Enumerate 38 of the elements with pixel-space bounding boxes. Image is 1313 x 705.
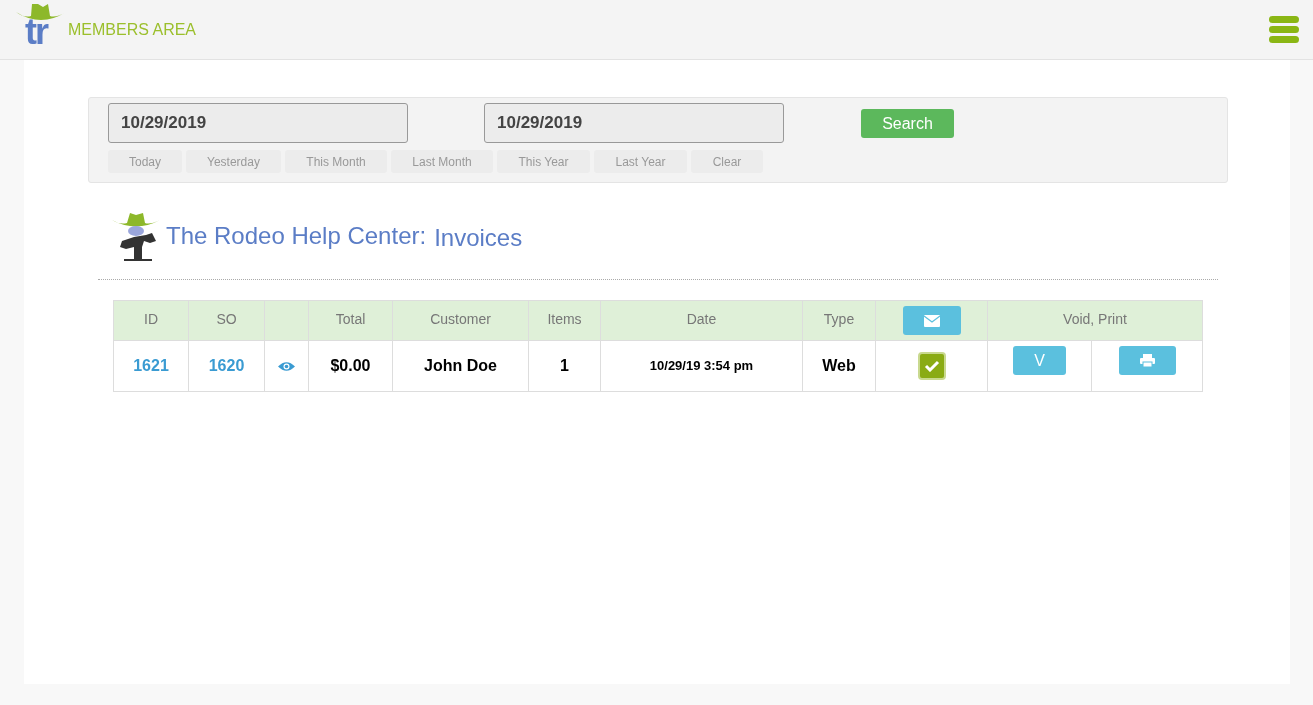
date-range-button[interactable]: Last Month (391, 150, 493, 173)
email-button[interactable] (902, 306, 961, 335)
menu-icon[interactable] (1269, 16, 1299, 43)
print-button[interactable] (1118, 346, 1176, 375)
column-header: Date (600, 300, 803, 341)
members-area-title: MEMBERS AREA (68, 19, 197, 40)
section-title: Invoices (434, 223, 523, 253)
column-header: SO (188, 300, 265, 341)
table-cell: 1 (528, 340, 601, 392)
printer-icon (1139, 354, 1155, 367)
column-header: Type (802, 300, 876, 341)
invoice-id-link[interactable]: 1621 (133, 357, 169, 374)
date-from-field[interactable]: 10/29/2019 (108, 103, 408, 143)
date-to-field[interactable]: 10/29/2019 (484, 103, 784, 143)
column-header: ID (113, 300, 189, 341)
date-range-button[interactable]: This Year (497, 150, 590, 173)
date-range-button[interactable]: Clear (691, 150, 763, 173)
table-cell: $0.00 (308, 340, 393, 392)
logo-text: tr (25, 13, 47, 50)
search-button[interactable]: Search (861, 109, 954, 138)
emailed-checkbox[interactable] (917, 352, 946, 380)
void-button[interactable]: V (1013, 346, 1066, 375)
date-range-button[interactable]: Last Year (594, 150, 687, 173)
eye-icon[interactable] (278, 361, 295, 373)
checkmark-icon (923, 360, 940, 372)
date-range-button[interactable]: Yesterday (186, 150, 281, 173)
date-range-button[interactable]: This Month (285, 150, 387, 173)
column-header: Customer (392, 300, 529, 341)
sales-order-link[interactable]: 1620 (208, 357, 245, 374)
site-title: The Rodeo Help Center: (166, 221, 427, 251)
date-range-button[interactable]: Today (108, 150, 182, 173)
column-header: Total (308, 300, 393, 341)
column-header: Items (528, 300, 601, 341)
table-cell: John Doe (392, 340, 529, 392)
column-header: Void, Print (987, 300, 1203, 341)
table-cell: 10/29/19 3:54 pm (600, 340, 803, 392)
table-cell: Web (802, 340, 876, 392)
envelope-icon (923, 314, 940, 327)
